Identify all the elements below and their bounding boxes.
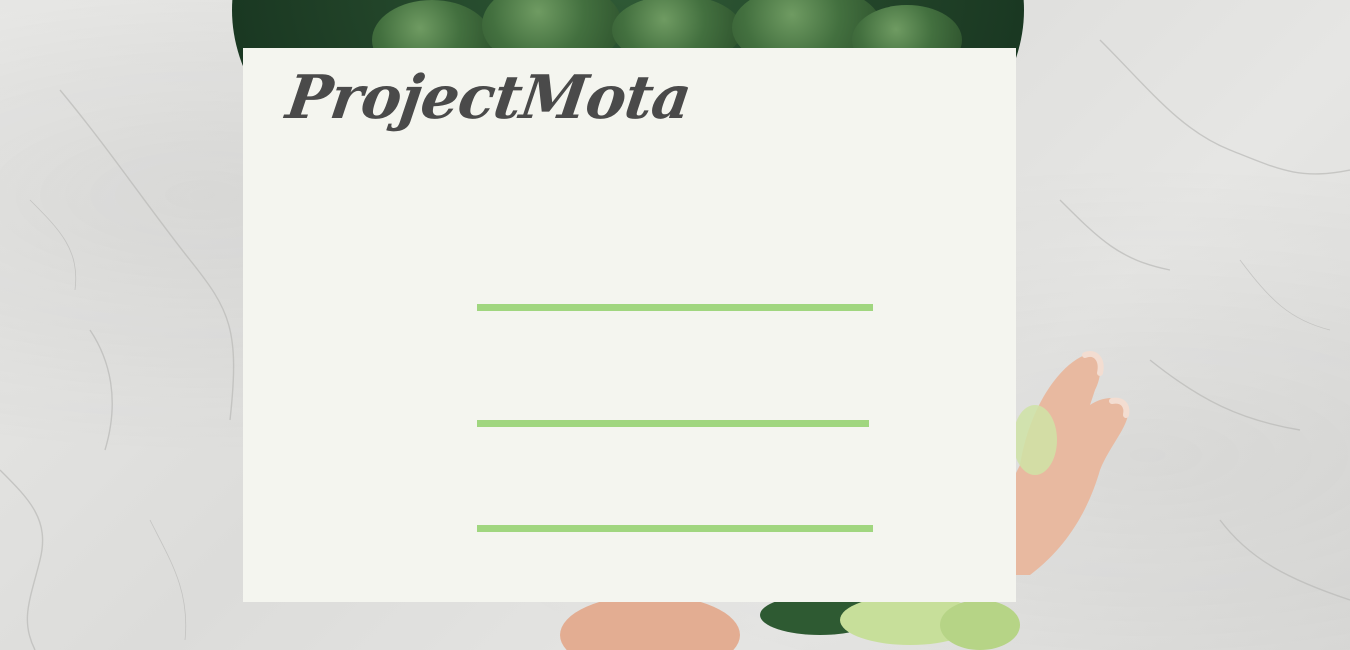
- brand-logo: ProjectMota: [282, 63, 695, 133]
- accent-line: [477, 420, 869, 427]
- accent-line: [477, 304, 873, 311]
- content-card: ProjectMota: [243, 48, 1016, 602]
- hand-image: [1010, 351, 1130, 575]
- greens-image: [560, 595, 1020, 650]
- accent-line: [477, 525, 873, 532]
